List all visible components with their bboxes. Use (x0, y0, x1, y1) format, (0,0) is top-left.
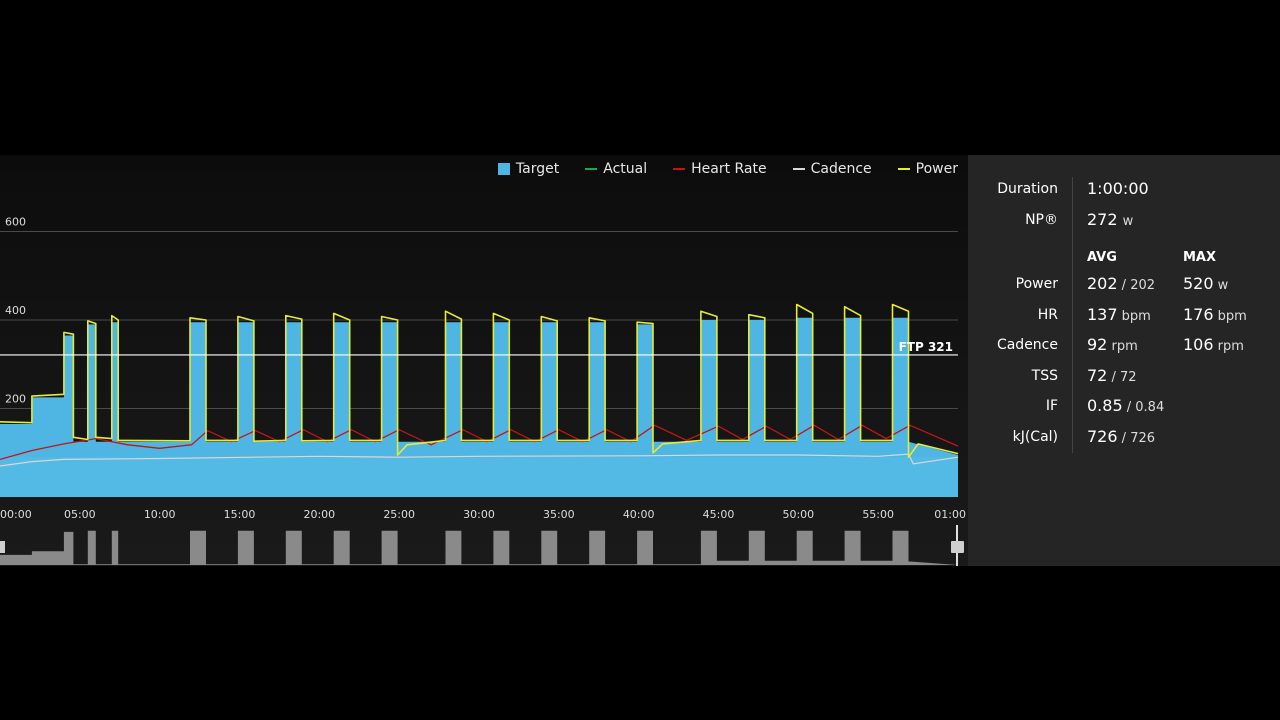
stat-avg-cadence-value: 92 (1087, 335, 1108, 354)
stat-max-power: 520 w (1183, 274, 1228, 293)
stat-avg-hr: 137 bpm (1087, 305, 1151, 324)
stat-label-if: IF (1045, 398, 1058, 414)
stat-label-hr: HR (1037, 307, 1058, 323)
legend-item-heart-rate[interactable]: Heart Rate (673, 161, 767, 177)
workout-stats-panel: Duration 1:00:00 NP® 272 w AVG MAX Power… (968, 155, 1280, 566)
stat-avg-if-value: 0.85 (1087, 396, 1123, 415)
stat-label-tss: TSS (1031, 368, 1058, 384)
legend-swatch-actual (585, 168, 598, 170)
legend-swatch-heart-rate (673, 168, 686, 170)
legend-item-power[interactable]: Power (897, 161, 958, 177)
duration-value: 1:00:00 (1087, 179, 1149, 198)
legend-label-power: Power (915, 161, 958, 177)
segment-strip (0, 530, 958, 565)
x-tick-label-9: 45:00 (703, 508, 735, 521)
y-tick-label-400: 400 (5, 304, 26, 317)
stat-avg-tss-sub: / 72 (1107, 370, 1137, 385)
legend-label-heart-rate: Heart Rate (691, 161, 767, 177)
np-value: 272 (1087, 210, 1118, 229)
x-tick-label-2: 10:00 (144, 508, 176, 521)
stat-avg-if: 0.85 / 0.84 (1087, 396, 1164, 415)
x-tick-label-3: 15:00 (224, 508, 256, 521)
stat-avg-power-value: 202 (1087, 274, 1118, 293)
stat-label-power: Power (1015, 276, 1058, 292)
ftp-label: FTP 321 (899, 340, 953, 354)
duration-label: Duration (997, 181, 1058, 197)
stat-max-hr-unit: bpm (1213, 309, 1247, 324)
x-tick-label-12: 01:00 (934, 508, 966, 521)
stat-avg-kj-sub: / 726 (1117, 431, 1156, 446)
x-tick-label-4: 20:00 (303, 508, 335, 521)
stat-avg-hr-value: 137 (1087, 305, 1118, 324)
np-unit: w (1122, 214, 1134, 229)
x-tick-label-11: 55:00 (862, 508, 894, 521)
x-tick-label-8: 40:00 (623, 508, 655, 521)
np-label: NP® (1025, 212, 1058, 228)
legend-swatch-power (897, 168, 910, 170)
stat-max-power-unit: w (1213, 278, 1229, 293)
stat-avg-cadence-sub: rpm (1107, 339, 1138, 354)
workout-chart[interactable]: 200 400 600 FTP 321 00:00 05:00 10:00 15:00 20:0… (0, 155, 968, 566)
stat-avg-power-sub: / 202 (1117, 278, 1156, 293)
stat-max-cadence-value: 106 (1183, 335, 1214, 354)
stat-max-power-value: 520 (1183, 274, 1214, 293)
chart-legend: Target Actual Heart Rate Cadence Power (497, 161, 958, 177)
y-tick-label-200: 200 (5, 393, 26, 406)
x-tick-label-10: 50:00 (782, 508, 814, 521)
stat-avg-tss-value: 72 (1087, 366, 1108, 385)
np-value-group: 272 w (1087, 210, 1133, 229)
max-column-header: MAX (1183, 250, 1217, 265)
workout-chart-panel: 200 400 600 FTP 321 00:00 05:00 10:00 15:00 20:0… (0, 155, 968, 566)
legend-label-cadence: Cadence (810, 161, 872, 177)
legend-item-cadence[interactable]: Cadence (792, 161, 872, 177)
stat-avg-kj: 726 / 726 (1087, 427, 1155, 446)
stat-max-hr-value: 176 (1183, 305, 1214, 324)
legend-item-actual[interactable]: Actual (585, 161, 647, 177)
stat-avg-tss: 72 / 72 (1087, 366, 1137, 385)
avg-column-header: AVG (1087, 250, 1117, 265)
legend-label-target: Target (515, 161, 560, 177)
legend-swatch-cadence (792, 168, 805, 170)
x-tick-label-0: 00:00 (0, 508, 32, 521)
stat-max-cadence: 106 rpm (1183, 335, 1244, 354)
stat-max-hr: 176 bpm (1183, 305, 1247, 324)
stat-avg-hr-sub: bpm (1117, 309, 1151, 324)
base-band (0, 457, 958, 497)
legend-swatch-target (497, 163, 510, 175)
stat-avg-if-sub: / 0.84 (1122, 400, 1165, 415)
legend-item-target[interactable]: Target (497, 161, 560, 177)
x-tick-label-5: 25:00 (383, 508, 415, 521)
x-tick-label-7: 35:00 (543, 508, 575, 521)
scrubber-handle-right (951, 541, 964, 553)
stat-avg-cadence: 92 rpm (1087, 335, 1138, 354)
stat-max-cadence-unit: rpm (1213, 339, 1244, 354)
stat-label-kj: kJ(Cal) (1012, 429, 1058, 445)
x-tick-label-1: 05:00 (64, 508, 96, 521)
stats-divider (1072, 177, 1073, 453)
power-line (0, 303, 959, 458)
stat-avg-power: 202 / 202 (1087, 274, 1155, 293)
stat-label-cadence: Cadence (996, 337, 1058, 353)
legend-label-actual: Actual (603, 161, 648, 177)
x-tick-label-6: 30:00 (463, 508, 495, 521)
y-tick-label-600: 600 (5, 216, 26, 229)
scrubber-handle-left (0, 541, 5, 553)
stat-avg-kj-value: 726 (1087, 427, 1118, 446)
